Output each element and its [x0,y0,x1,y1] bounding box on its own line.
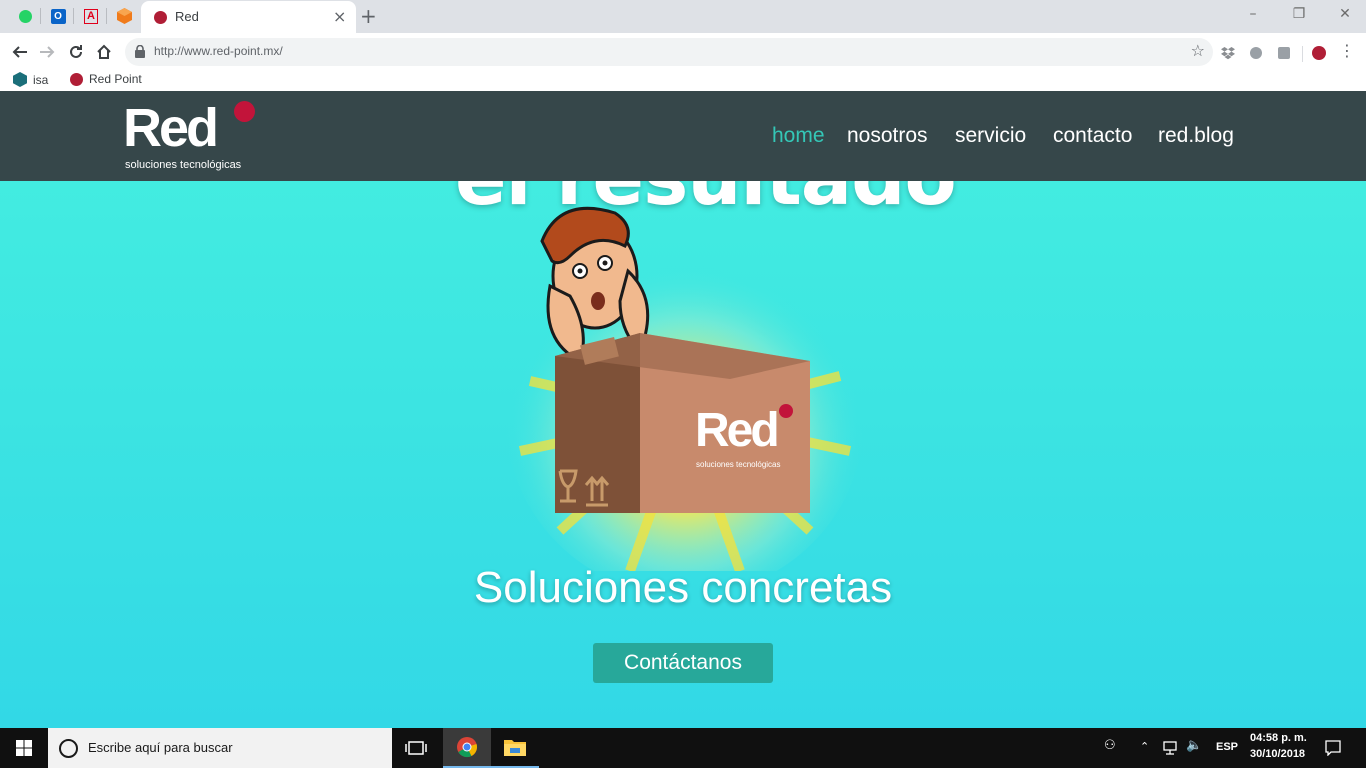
box-logo-dot [779,404,793,418]
tab-close-icon[interactable]: × [333,7,346,26]
search-placeholder: Escribe aquí para buscar [88,740,233,755]
hexagon-icon [13,72,27,87]
nav-contacto[interactable]: contacto [1053,124,1132,148]
new-tab-button[interactable]: + [360,4,377,28]
lock-icon [135,45,145,58]
logo-subtitle: soluciones tecnológicas [125,159,242,171]
taskbar-search-box[interactable]: Escribe aquí para buscar [48,728,392,768]
cortana-icon [59,739,78,758]
windows-logo-icon [16,740,32,756]
taskbar-chrome[interactable] [443,728,491,768]
home-button[interactable] [93,41,115,63]
logo-text: Red [123,98,219,158]
clock-time[interactable]: 04:58 p. m. [1250,732,1307,744]
browser-toolbar: http://www.red-point.mx/ ☆ ⋮ [0,33,1366,71]
extension-bag-icon[interactable] [1276,45,1292,61]
bookmark-isa[interactable]: isa [13,72,48,87]
show-hidden-icons[interactable]: ⌃ [1140,740,1149,753]
url-text[interactable]: http://www.red-point.mx/ [154,44,283,58]
hero-headline: Soluciones concretas [473,563,893,612]
start-button[interactable] [0,728,48,768]
tab-separator [73,8,74,24]
red-dot-icon [70,72,83,86]
website-viewport: el resultado [0,91,1366,728]
language-indicator[interactable]: ESP [1216,741,1238,753]
home-icon [97,44,111,59]
adobe-icon: A [84,8,98,24]
bookmark-label: isa [33,72,49,87]
reload-button[interactable] [65,41,87,63]
hero-illustration: Red soluciones tecnológicas [505,206,865,571]
bookmark-star-icon[interactable]: ☆ [1191,41,1205,60]
folder-icon [504,740,526,756]
outlook-icon: O [50,8,66,24]
nav-home[interactable]: home [772,124,825,148]
reload-icon [70,45,82,58]
tab-separator [106,8,107,24]
bookmarks-bar: isa Red Point [0,71,1366,91]
site-header: Red soluciones tecnológicas home nosotro… [0,91,1366,181]
back-arrow-icon [12,46,27,58]
task-view-button[interactable] [392,728,440,768]
pinned-tab-package[interactable] [110,5,138,27]
tab-separator [40,8,41,24]
dropbox-extension-icon[interactable] [1220,45,1236,61]
box-logo-text: Red [695,404,777,457]
chrome-menu-icon[interactable]: ⋮ [1339,41,1355,60]
forward-arrow-icon [40,46,55,58]
address-bar[interactable]: http://www.red-point.mx/ ☆ [125,38,1213,66]
clock-date[interactable]: 30/10/2018 [1250,748,1305,760]
people-icon[interactable]: ⚇ [1104,738,1116,753]
nav-nosotros[interactable]: nosotros [847,124,928,148]
chrome-icon [457,737,477,758]
bookmark-red-point[interactable]: Red Point [70,72,142,86]
taskbar-file-explorer[interactable] [491,728,539,768]
extension-circle-icon[interactable] [1248,45,1264,61]
whatsapp-icon [18,9,32,23]
minimize-button[interactable]: – [1243,6,1263,22]
package-icon [116,8,132,24]
forward-button[interactable] [36,41,58,63]
pinned-tab-outlook[interactable]: O [44,5,72,27]
tab-strip: O A Red × + – ❐ ✕ [0,0,1366,33]
volume-icon[interactable]: 🔈 [1186,738,1202,753]
back-button[interactable] [9,41,31,63]
close-window-button[interactable]: ✕ [1335,6,1355,22]
red-favicon-icon [154,11,167,24]
nav-red-blog[interactable]: red.blog [1158,124,1234,148]
windows-taskbar: Escribe aquí para buscar ⚇ ⌃ 🔈 ESP 04:58… [0,728,1366,768]
tab-title: Red [175,9,199,24]
pinned-tab-whatsapp[interactable] [11,5,39,27]
logo-dot [234,101,255,122]
pinned-tab-adobe[interactable]: A [77,5,105,27]
toolbar-separator [1302,46,1303,62]
cardboard-box: Red soluciones tecnológicas [555,333,810,513]
network-icon[interactable] [1163,741,1181,755]
nav-servicio[interactable]: servicio [955,124,1026,148]
box-logo-subtitle: soluciones tecnológicas [696,460,781,469]
profile-avatar-icon[interactable] [1311,45,1327,61]
contact-button[interactable]: Contáctanos [593,643,773,683]
task-view-icon [405,741,427,755]
action-center-icon[interactable] [1325,740,1341,756]
restore-button[interactable]: ❐ [1289,6,1309,22]
tab-red[interactable]: Red × [141,1,356,33]
bookmark-label: Red Point [89,72,142,86]
